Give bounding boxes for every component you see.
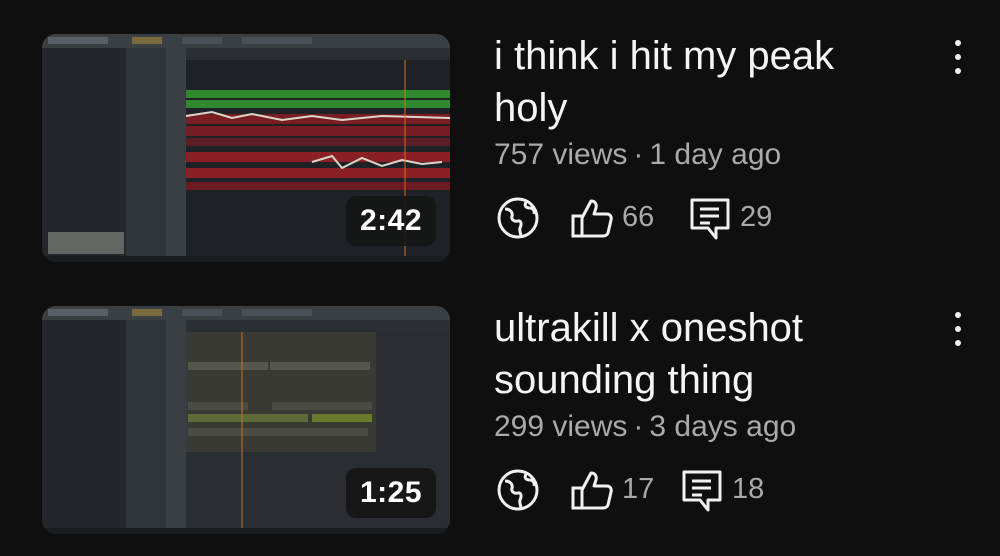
more-vert-icon xyxy=(955,40,961,46)
view-count: 299 views xyxy=(494,410,628,443)
like-count: 66 xyxy=(622,201,655,233)
thumbs-up-icon[interactable] xyxy=(570,468,614,512)
video-duration-badge: 2:42 xyxy=(345,196,436,246)
video-title[interactable]: ultrakill x oneshot sounding thing xyxy=(494,302,914,406)
more-options-button[interactable] xyxy=(946,38,970,78)
meta-separator: · xyxy=(633,138,644,171)
video-stats: 66 29 xyxy=(494,196,924,242)
video-stats: 17 18 xyxy=(494,468,924,514)
comment-icon[interactable] xyxy=(688,196,732,240)
more-options-button[interactable] xyxy=(946,310,970,350)
like-count: 17 xyxy=(622,473,655,505)
globe-icon xyxy=(497,469,539,511)
video-title-line-1: i think i hit my peak xyxy=(494,34,835,78)
more-vert-icon xyxy=(955,312,961,318)
video-thumbnail[interactable]: 2:42 xyxy=(42,34,450,262)
view-count: 757 views xyxy=(494,138,628,171)
video-thumbnail[interactable]: 1:25 xyxy=(42,306,450,534)
video-title-line-2: holy xyxy=(494,86,568,130)
video-duration-badge: 1:25 xyxy=(345,468,436,518)
video-metadata: 757 views · 1 day ago xyxy=(494,138,781,172)
video-list-item[interactable]: 2:42 i think i hit my peak holy 757 view… xyxy=(0,30,1000,270)
comment-count: 18 xyxy=(732,473,765,505)
video-title-line-2: sounding thing xyxy=(494,358,755,402)
thumbs-up-icon[interactable] xyxy=(570,196,614,240)
video-list-item[interactable]: 1:25 ultrakill x oneshot sounding thing … xyxy=(0,302,1000,542)
video-title-line-1: ultrakill x oneshot xyxy=(494,306,804,350)
meta-separator: · xyxy=(633,410,644,443)
video-metadata: 299 views · 3 days ago xyxy=(494,410,796,444)
upload-age: 3 days ago xyxy=(649,410,797,443)
comment-count: 29 xyxy=(740,201,773,233)
globe-icon xyxy=(497,197,539,239)
comment-icon[interactable] xyxy=(680,468,724,512)
video-title[interactable]: i think i hit my peak holy xyxy=(494,30,914,134)
upload-age: 1 day ago xyxy=(649,138,782,171)
